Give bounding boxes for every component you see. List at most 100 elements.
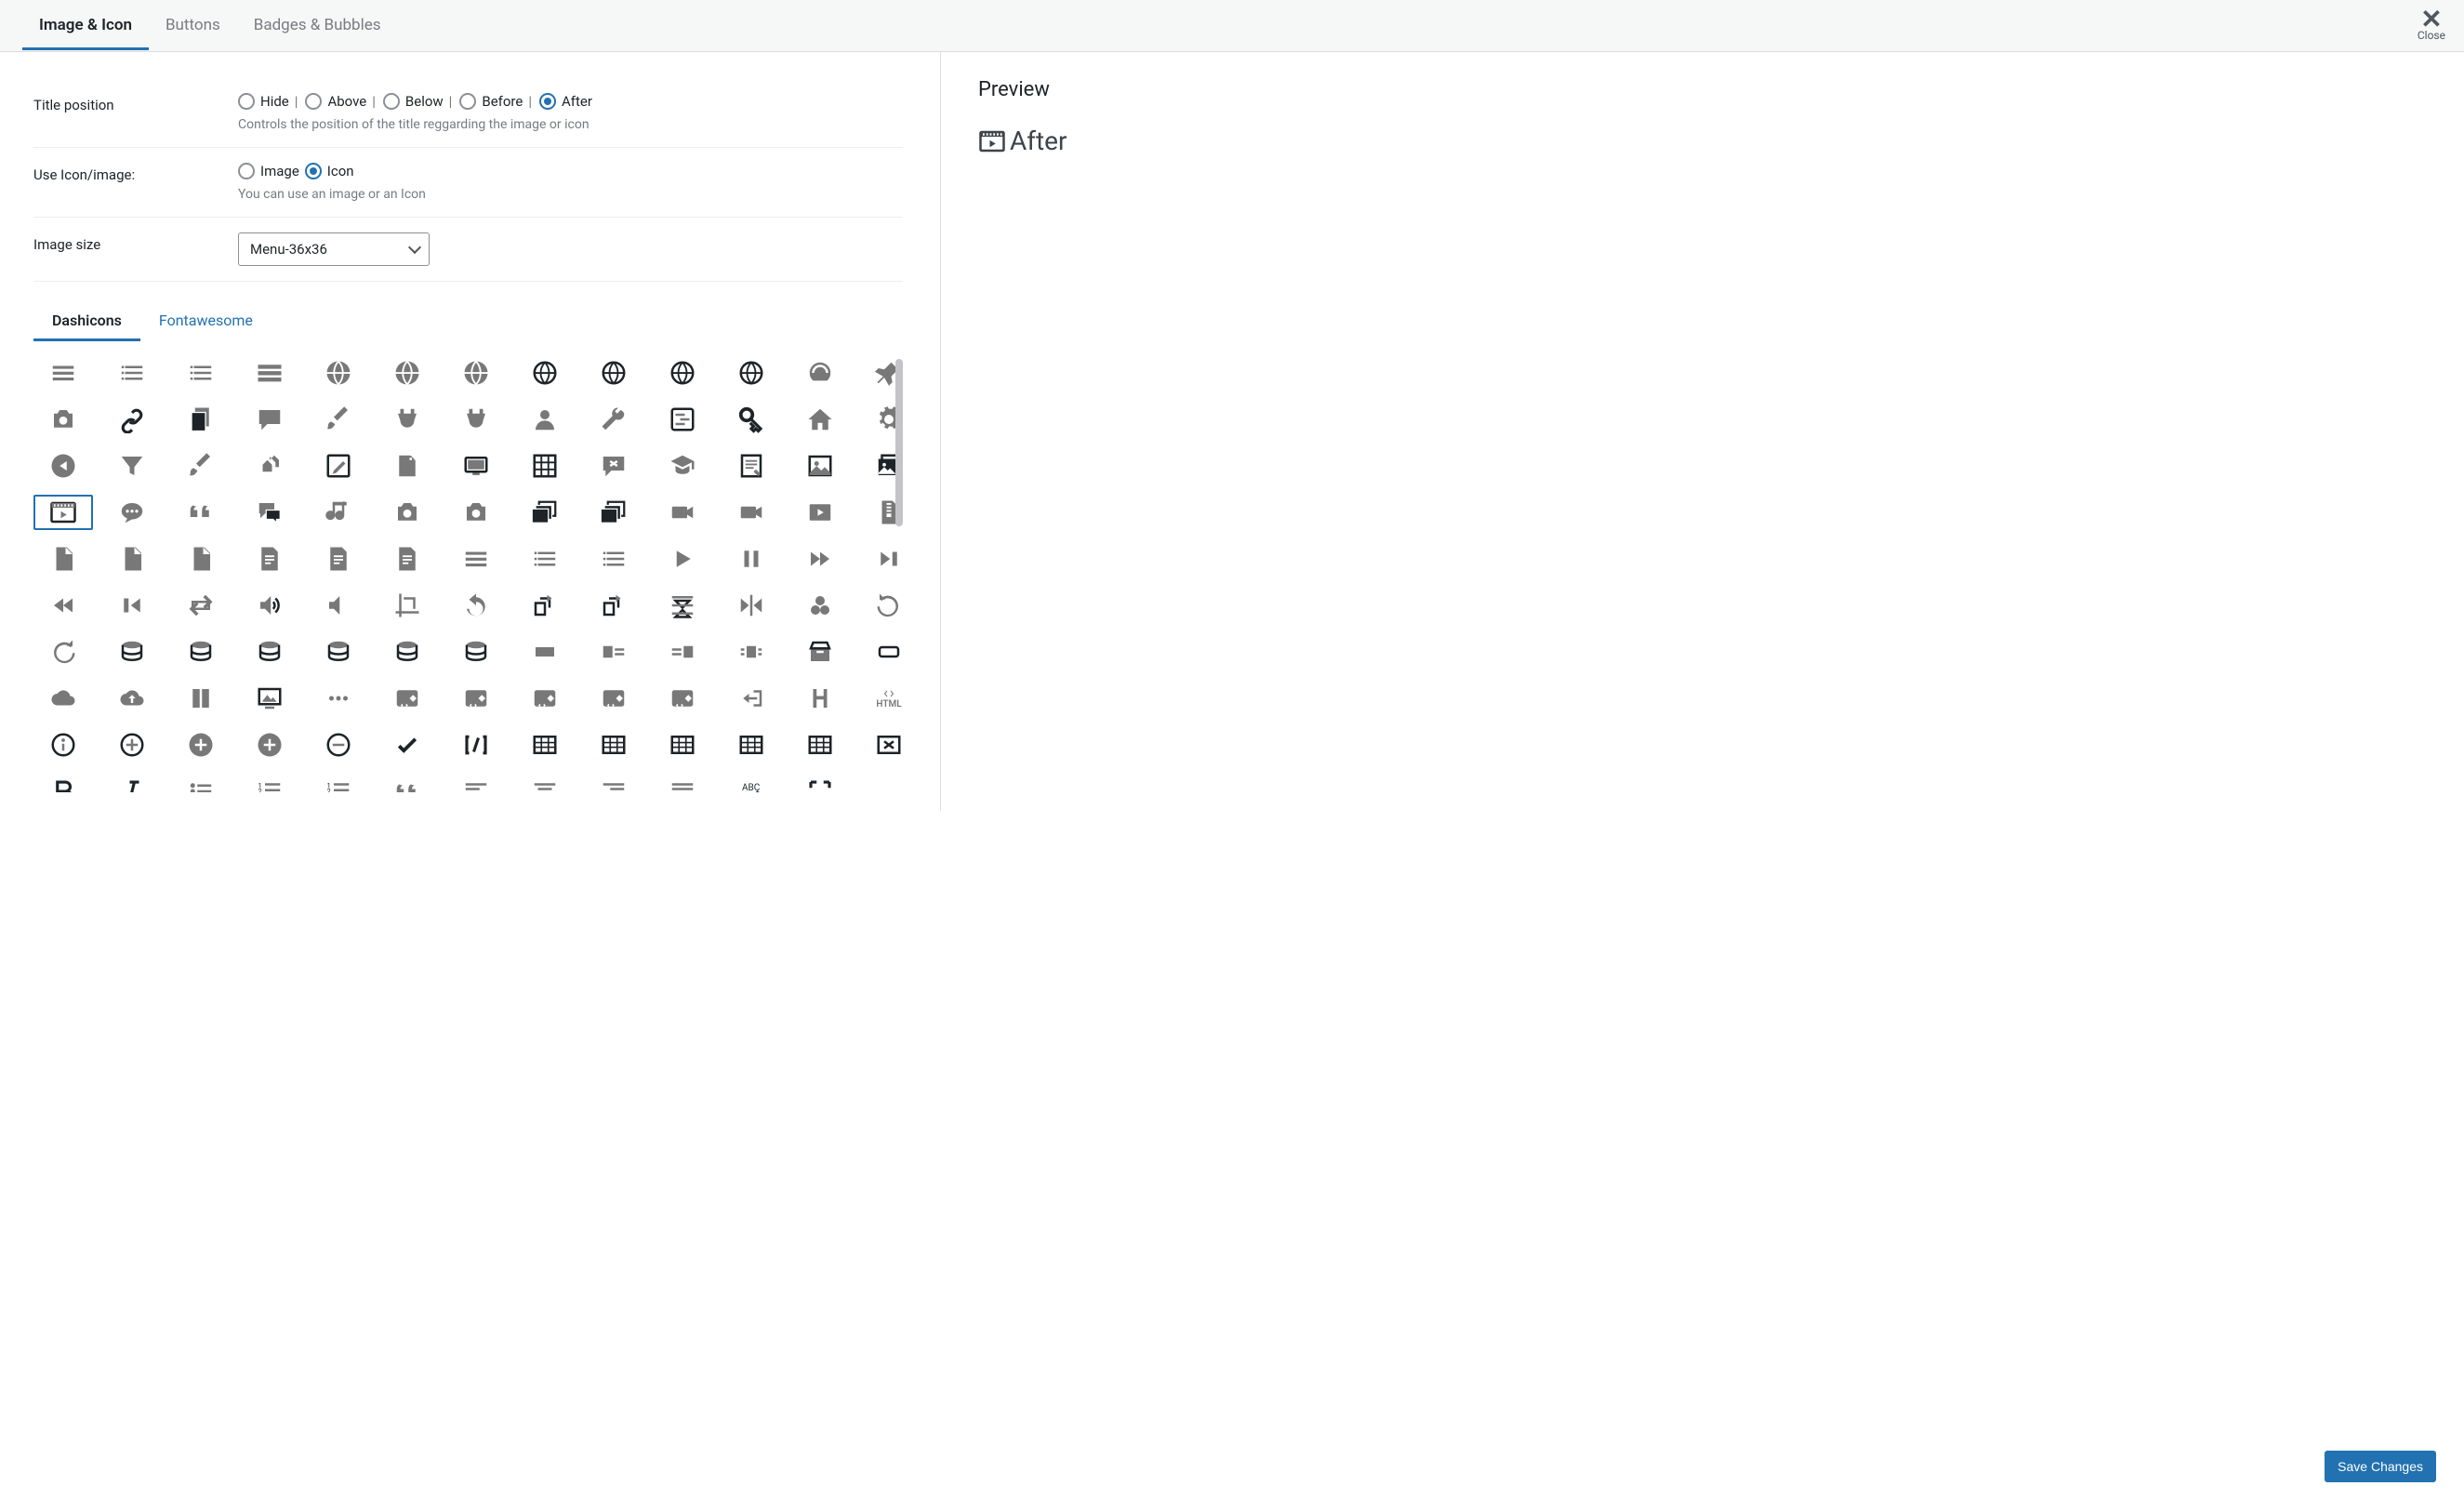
icon-step-back[interactable] bbox=[102, 588, 162, 623]
icon-align-left2[interactable] bbox=[446, 774, 506, 792]
icon-menu-alt2[interactable] bbox=[171, 355, 231, 391]
tab-badges[interactable]: Badges & Bubbles bbox=[237, 1, 398, 50]
icon-camera[interactable] bbox=[378, 495, 437, 530]
icon-media[interactable] bbox=[33, 402, 93, 437]
icon-list-ol-rtl[interactable] bbox=[309, 774, 368, 792]
icon-redo[interactable] bbox=[33, 634, 93, 670]
icon-table-col-delete[interactable] bbox=[653, 727, 712, 763]
icon-video[interactable] bbox=[33, 495, 93, 530]
icon-table-row-after[interactable] bbox=[722, 727, 781, 763]
icon-quote-alt[interactable] bbox=[378, 774, 437, 792]
icon-db-export[interactable] bbox=[309, 634, 368, 670]
icon-screen[interactable] bbox=[240, 681, 299, 716]
select-image-size[interactable]: Menu-36x36 bbox=[238, 232, 430, 266]
icon-play[interactable] bbox=[653, 541, 712, 577]
icon-fast-forward[interactable] bbox=[790, 541, 850, 577]
icon-comment[interactable] bbox=[240, 402, 299, 437]
icon-slides[interactable] bbox=[446, 448, 506, 484]
icon-grid[interactable] bbox=[515, 448, 575, 484]
icon-document[interactable] bbox=[240, 541, 299, 577]
icon-brush2[interactable] bbox=[171, 448, 231, 484]
icon-dismiss[interactable] bbox=[584, 448, 643, 484]
icon-page[interactable] bbox=[171, 402, 231, 437]
icon-images[interactable] bbox=[515, 495, 575, 530]
icon-video-rec[interactable] bbox=[653, 495, 712, 530]
radio-title-before[interactable]: Before | bbox=[459, 93, 534, 110]
icon-list-ol[interactable] bbox=[240, 774, 299, 792]
icon-volume[interactable] bbox=[240, 588, 299, 623]
icon-quote[interactable] bbox=[171, 495, 231, 530]
icon-learn-more[interactable] bbox=[653, 448, 712, 484]
icon-globe3[interactable] bbox=[722, 355, 781, 391]
icon-video-play[interactable] bbox=[790, 495, 850, 530]
icon-rotate-right[interactable] bbox=[584, 588, 643, 623]
tab-buttons[interactable]: Buttons bbox=[149, 1, 237, 50]
icon-crop[interactable] bbox=[378, 588, 437, 623]
icon-chat-alt[interactable] bbox=[240, 495, 299, 530]
icon-image[interactable] bbox=[790, 448, 850, 484]
icon-minus[interactable] bbox=[309, 727, 368, 763]
icon-align-right2[interactable] bbox=[584, 774, 643, 792]
icon-plus-alt2[interactable] bbox=[240, 727, 299, 763]
icon-tablet[interactable] bbox=[859, 634, 903, 670]
icon-add-page[interactable] bbox=[378, 448, 437, 484]
icon-pause[interactable] bbox=[722, 541, 781, 577]
icon-html[interactable]: HTML bbox=[859, 681, 903, 716]
icon-heading[interactable] bbox=[790, 681, 850, 716]
icon-fullscreen[interactable] bbox=[790, 774, 850, 792]
icon-list[interactable] bbox=[171, 774, 231, 792]
icon-video-alt[interactable] bbox=[722, 495, 781, 530]
icon-embed-photo[interactable] bbox=[515, 681, 575, 716]
icon-audio-file[interactable] bbox=[33, 541, 93, 577]
icon-spreadsheet[interactable] bbox=[309, 541, 368, 577]
icon-align-justify[interactable] bbox=[653, 774, 712, 792]
icon-rotate[interactable] bbox=[515, 588, 575, 623]
icon-table-col-before[interactable] bbox=[584, 727, 643, 763]
icon-db-check[interactable] bbox=[446, 634, 506, 670]
icon-shortcode[interactable] bbox=[446, 727, 506, 763]
icon-plus[interactable] bbox=[102, 727, 162, 763]
icon-images-alt[interactable] bbox=[584, 495, 643, 530]
icon-flip-h[interactable] bbox=[722, 588, 781, 623]
icon-bold[interactable] bbox=[33, 774, 93, 792]
radio-use-icon[interactable]: Icon bbox=[305, 163, 354, 179]
icon-align-left[interactable] bbox=[584, 634, 643, 670]
icon-key[interactable] bbox=[722, 402, 781, 437]
save-button[interactable]: Save Changes bbox=[2325, 1451, 2436, 1482]
radio-title-above[interactable]: Above | bbox=[305, 93, 377, 110]
icon-cloud-upload[interactable] bbox=[102, 681, 162, 716]
scrollbar[interactable] bbox=[895, 359, 903, 526]
icon-brush[interactable] bbox=[309, 402, 368, 437]
radio-title-hide[interactable]: Hide | bbox=[238, 93, 299, 110]
icon-align-right[interactable] bbox=[653, 634, 712, 670]
icon-filter[interactable] bbox=[102, 448, 162, 484]
icon-more[interactable] bbox=[309, 681, 368, 716]
icon-undo[interactable] bbox=[859, 588, 903, 623]
icon-table-row-delete[interactable] bbox=[859, 727, 903, 763]
icon-home[interactable] bbox=[790, 402, 850, 437]
icon-storage[interactable] bbox=[790, 634, 850, 670]
icon-embed-audio[interactable] bbox=[653, 681, 712, 716]
icon-code-file[interactable] bbox=[102, 541, 162, 577]
icon-exit[interactable] bbox=[722, 681, 781, 716]
icon-multisite[interactable] bbox=[240, 448, 299, 484]
icon-rewind[interactable] bbox=[33, 588, 93, 623]
icon-table-row-before[interactable] bbox=[790, 727, 850, 763]
icon-flip-v[interactable] bbox=[653, 588, 712, 623]
icon-db-import[interactable] bbox=[240, 634, 299, 670]
icon-plugin-checked[interactable] bbox=[446, 402, 506, 437]
tab-image-icon[interactable]: Image & Icon bbox=[22, 1, 149, 50]
icon-embed-generic[interactable] bbox=[378, 681, 437, 716]
icon-align-center[interactable] bbox=[722, 634, 781, 670]
icon-chat[interactable] bbox=[102, 495, 162, 530]
icon-site-alt3[interactable] bbox=[515, 355, 575, 391]
icon-playlist-video[interactable] bbox=[584, 541, 643, 577]
icon-links[interactable] bbox=[102, 402, 162, 437]
tab-fontawesome[interactable]: Fontawesome bbox=[140, 302, 272, 341]
icon-globe2[interactable] bbox=[653, 355, 712, 391]
close-button[interactable]: ✕ Close bbox=[2418, 10, 2445, 42]
icon-filter-alt[interactable] bbox=[790, 588, 850, 623]
radio-use-image[interactable]: Image bbox=[238, 163, 299, 179]
icon-text[interactable] bbox=[446, 541, 506, 577]
icon-undo-alt[interactable] bbox=[446, 588, 506, 623]
